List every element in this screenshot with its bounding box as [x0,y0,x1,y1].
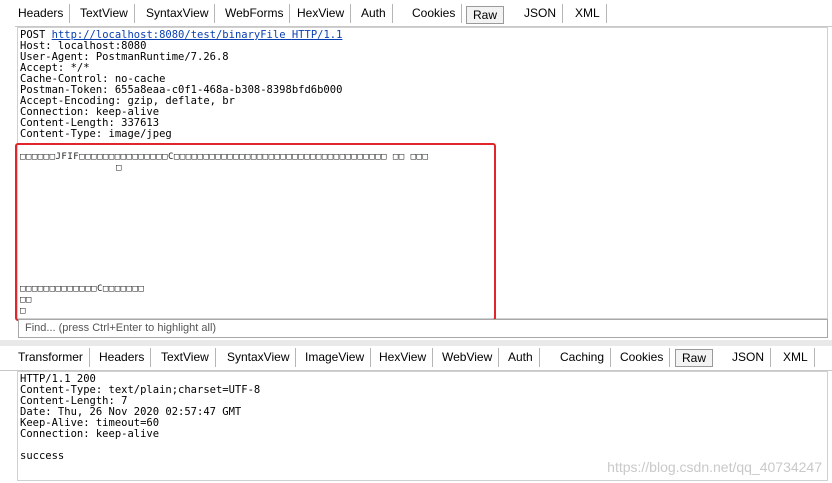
tab-response-transformer[interactable]: Transformer [12,348,90,367]
tab-response-xml[interactable]: XML [777,348,815,367]
tab-response-cookies[interactable]: Cookies [614,348,671,367]
tab-response-syntaxview[interactable]: SyntaxView [221,348,297,367]
tab-response-raw[interactable]: Raw [675,349,714,367]
tab-response-caching[interactable]: Caching [554,348,612,367]
left-gutter [0,26,15,338]
response-header-line: Connection: keep-alive [20,428,160,440]
tab-request-raw[interactable]: Raw [466,6,505,24]
request-url-protocol[interactable]: HTTP/1.1 [286,29,343,41]
tab-request-xml[interactable]: XML [569,4,607,23]
request-raw-text[interactable]: POST http://localhost:8080/test/binaryFi… [20,30,342,140]
response-raw-text[interactable]: HTTP/1.1 200 Content-Type: text/plain;cha… [20,374,260,462]
tab-response-webview[interactable]: WebView [436,348,500,367]
tab-request-webforms[interactable]: WebForms [219,4,291,23]
tab-request-auth[interactable]: Auth [355,4,393,23]
tab-request-textview[interactable]: TextView [74,4,135,23]
tab-response-hexview[interactable]: HexView [373,348,434,367]
find-input[interactable]: Find... (press Ctrl+Enter to highlight a… [18,319,828,338]
tab-request-hexview[interactable]: HexView [291,4,352,23]
request-header-line: Content-Type: image/jpeg [20,128,172,140]
watermark: https://blog.csdn.net/qq_40734247 [607,459,822,475]
tab-request-json[interactable]: JSON [518,4,564,23]
tab-request-headers[interactable]: Headers [12,4,71,23]
request-tabbar: Headers TextView SyntaxView WebForms Hex… [0,0,832,27]
tab-response-imageview[interactable]: ImageView [299,348,372,367]
highlight-box [15,143,496,321]
tab-request-syntaxview[interactable]: SyntaxView [140,4,216,23]
tab-response-auth[interactable]: Auth [502,348,540,367]
response-tabbar: Transformer Headers TextView SyntaxView … [0,346,832,371]
response-body: success [20,450,65,462]
tab-response-headers[interactable]: Headers [93,348,152,367]
tab-response-textview[interactable]: TextView [155,348,216,367]
tab-request-cookies[interactable]: Cookies [406,4,463,23]
request-protocol: HTTP/1.1 [291,29,343,41]
tab-response-json[interactable]: JSON [726,348,772,367]
